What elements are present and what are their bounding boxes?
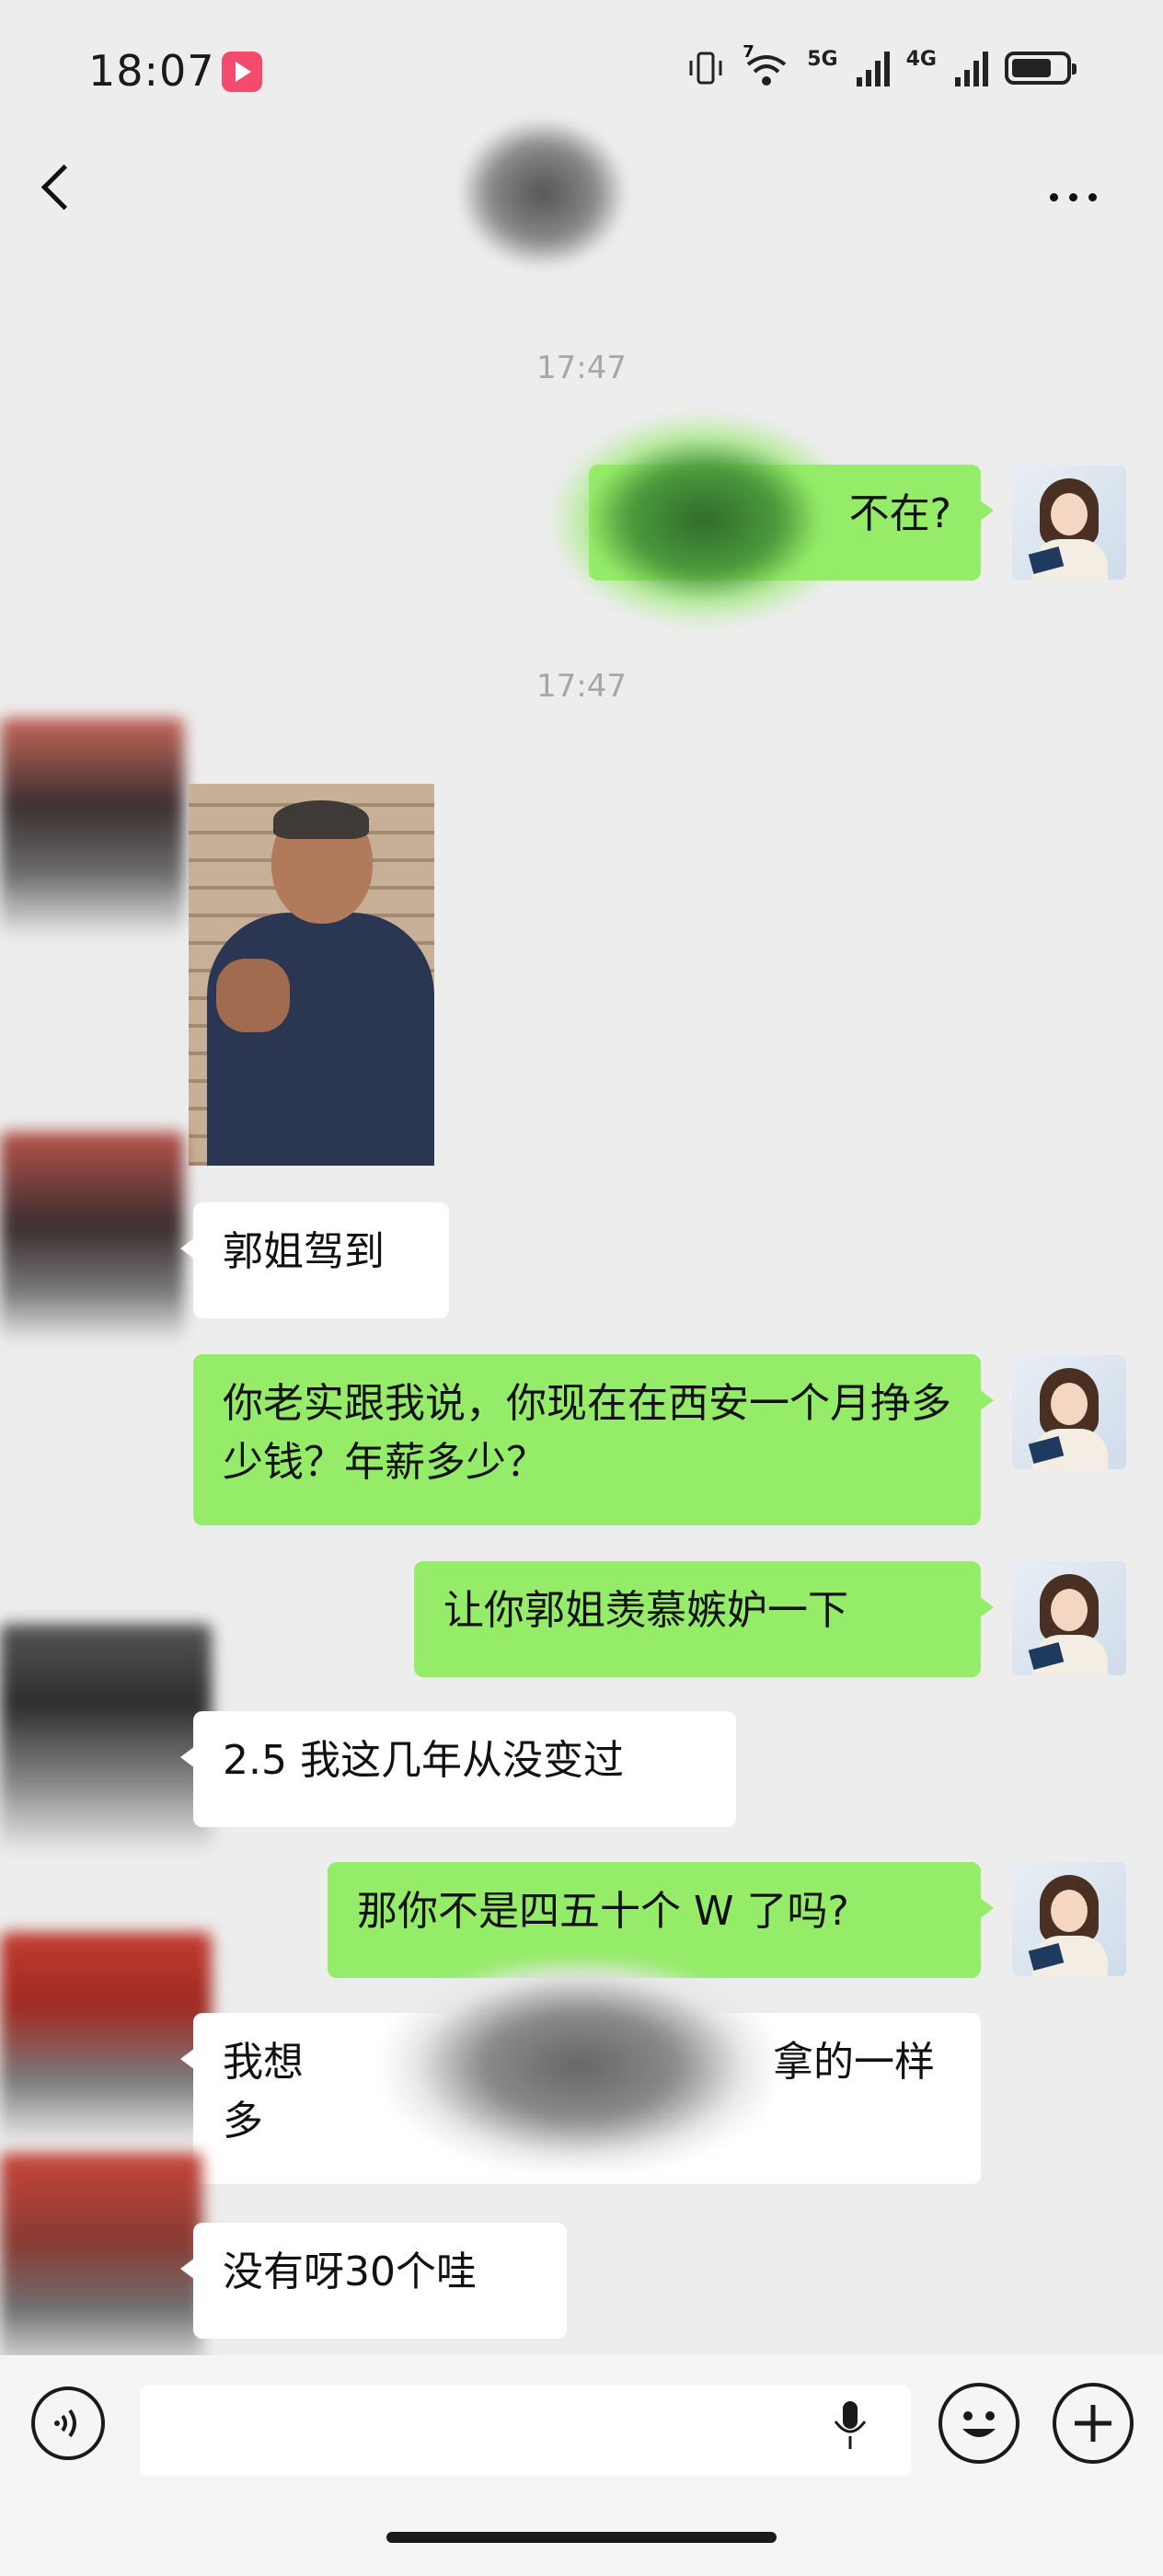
avatar[interactable] — [0, 718, 184, 938]
message-bubble-received[interactable]: 没有呀30个哇 — [180, 2223, 567, 2339]
chevron-left-icon[interactable] — [40, 164, 87, 211]
chat-title-redacted — [460, 120, 626, 267]
avatar[interactable] — [1012, 1862, 1126, 1976]
status-time: 18:07 — [88, 46, 215, 96]
message-bubble-received[interactable]: 郭姐驾到 — [180, 1202, 449, 1318]
wifi-tag: 7 — [743, 42, 754, 62]
more-dots-icon[interactable] — [1050, 193, 1097, 201]
message-text: 郭姐驾到 — [223, 1228, 385, 1275]
message-text: 没有呀30个哇 — [223, 2248, 477, 2295]
avatar[interactable] — [0, 1624, 212, 1854]
timestamp: 17:47 — [536, 668, 627, 705]
wifi-icon: 7 — [743, 42, 790, 88]
message-text: 让你郭姐羡慕嫉妒一下 — [443, 1587, 848, 1634]
signal-icon — [955, 50, 988, 86]
message-input[interactable] — [140, 2385, 911, 2477]
voice-toggle-icon[interactable] — [31, 2386, 105, 2460]
signal-icon — [856, 50, 890, 86]
status-icons: 7 5G 4G — [685, 42, 1077, 88]
message-bubble-sent[interactable]: 让你郭姐羡慕嫉妒一下 — [414, 1561, 994, 1677]
message-text-start: 我想 — [223, 2039, 304, 2086]
network-4g-label: 4G — [905, 48, 937, 71]
vibrate-icon — [689, 52, 722, 85]
avatar[interactable] — [0, 2153, 202, 2374]
message-text: 那你不是四五十个 W 了吗? — [357, 1888, 849, 1935]
timestamp: 17:47 — [536, 350, 627, 386]
avatar[interactable] — [1012, 466, 1126, 580]
photo-message[interactable] — [189, 784, 434, 1166]
message-text: 不在? — [848, 490, 951, 537]
avatar[interactable] — [0, 1132, 184, 1343]
avatar[interactable] — [1012, 1355, 1126, 1469]
redaction-scribble — [552, 414, 828, 626]
emoji-icon[interactable] — [938, 2383, 1019, 2464]
microphone-icon[interactable] — [832, 2398, 869, 2453]
plus-icon[interactable] — [1053, 2383, 1134, 2464]
message-bubble-sent[interactable]: 你老实跟我说，你现在在西安一个月挣多少钱？年薪多少？ — [193, 1354, 994, 1525]
battery-icon — [1005, 52, 1077, 85]
avatar[interactable] — [0, 1932, 212, 2144]
redaction-scribble — [386, 1960, 773, 2171]
message-bubble-received[interactable]: 2.5 我这几年从没变过 — [180, 1711, 736, 1827]
network-5g-label: 5G — [807, 48, 838, 71]
avatar[interactable] — [1012, 1561, 1126, 1675]
message-text-line2: 多 — [223, 2098, 263, 2145]
home-indicator[interactable] — [386, 2532, 777, 2543]
message-text: 2.5 我这几年从没变过 — [223, 1737, 624, 1784]
message-text: 你老实跟我说，你现在在西安一个月挣多少钱？年薪多少？ — [223, 1380, 951, 1486]
screen-record-icon — [222, 52, 262, 92]
message-text-end: 拿的一样 — [773, 2039, 935, 2086]
